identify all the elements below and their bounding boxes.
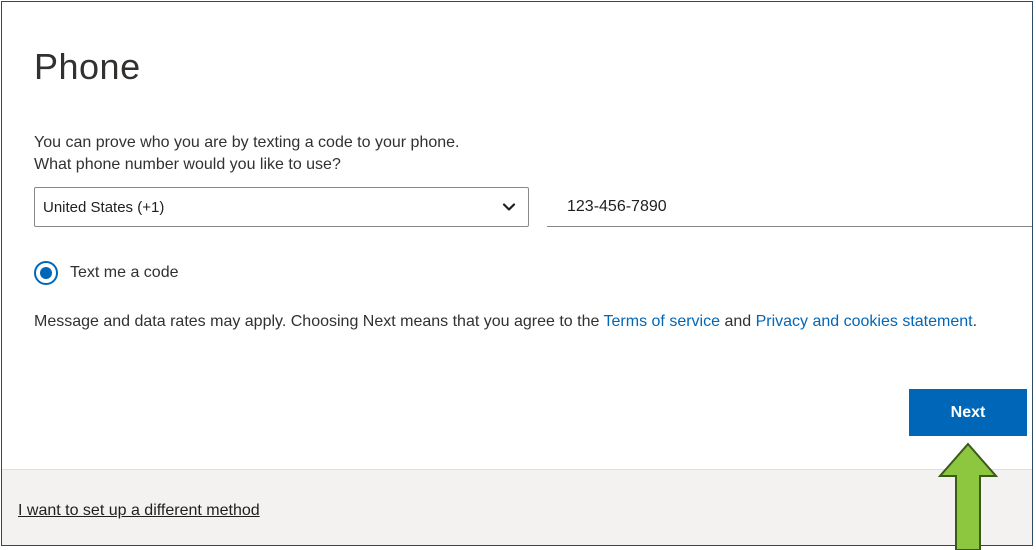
terms-of-service-link[interactable]: Terms of service (604, 313, 720, 330)
footer-bar: I want to set up a different method (2, 469, 1032, 545)
chevron-down-icon (502, 203, 516, 211)
description: You can prove who you are by texting a c… (34, 132, 459, 176)
radio-label: Text me a code (70, 264, 179, 281)
phone-verification-card: Phone You can prove who you are by texti… (1, 1, 1033, 546)
description-line-1: You can prove who you are by texting a c… (34, 134, 460, 151)
phone-number-input[interactable] (547, 187, 1032, 227)
privacy-statement-link[interactable]: Privacy and cookies statement (756, 313, 973, 330)
radio-button[interactable] (34, 261, 58, 285)
country-code-select[interactable]: United States (+1) (34, 187, 529, 227)
radio-selected-dot (40, 267, 52, 279)
country-code-value: United States (+1) (43, 198, 165, 216)
rates-notice: Message and data rates may apply. Choosi… (34, 308, 1029, 335)
up-arrow-annotation (937, 442, 999, 550)
description-line-2: What phone number would you like to use? (34, 156, 341, 173)
notice-text-after: . (972, 313, 978, 330)
different-method-link[interactable]: I want to set up a different method (18, 502, 260, 520)
text-me-code-option[interactable]: Text me a code (34, 259, 179, 287)
notice-text-middle: and (720, 313, 756, 330)
next-button[interactable]: Next (909, 389, 1027, 436)
notice-text-before: Message and data rates may apply. Choosi… (34, 313, 604, 330)
page-title: Phone (34, 46, 141, 87)
